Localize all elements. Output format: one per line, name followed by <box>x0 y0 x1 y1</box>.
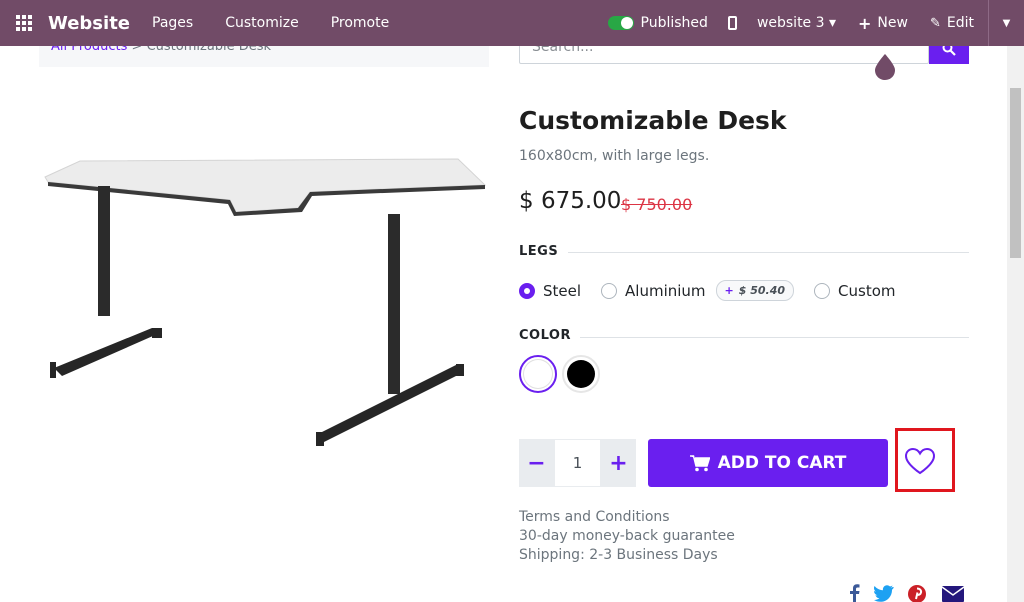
product-title: Customizable Desk <box>519 106 787 135</box>
mobile-preview-icon[interactable] <box>727 16 737 30</box>
product-description: 160x80cm, with large legs. <box>519 148 710 164</box>
edit-button-label: Edit <box>946 15 974 31</box>
quantity-decrease-button[interactable]: − <box>519 439 554 487</box>
new-button[interactable]: + New <box>858 14 908 33</box>
guarantee-text: 30-day money-back guarantee <box>519 528 735 544</box>
product-old-price: $ 750.00 <box>621 195 693 214</box>
legs-options: Steel Aluminium + $ 50.40 Custom <box>519 280 916 301</box>
facebook-icon[interactable] <box>848 584 860 602</box>
edit-dropdown-toggle[interactable]: ▼ <box>988 0 1024 46</box>
new-button-label: New <box>877 15 908 31</box>
plus-icon: + <box>724 284 734 297</box>
color-divider <box>580 337 969 338</box>
menu-customize[interactable]: Customize <box>225 15 299 31</box>
color-swatch-white[interactable] <box>519 355 557 393</box>
published-toggle[interactable]: Published <box>607 15 708 31</box>
legs-option-label: Custom <box>838 281 896 300</box>
toggle-switch-icon <box>607 16 634 30</box>
wishlist-heart-icon[interactable] <box>904 447 936 475</box>
radio-icon[interactable] <box>601 282 618 299</box>
legs-divider <box>568 252 969 253</box>
website-selector-label: website 3 <box>756 15 825 31</box>
scrollbar-thumb[interactable] <box>1010 88 1021 258</box>
price-extra-value: $ 50.40 <box>738 284 786 297</box>
radio-checked-icon[interactable] <box>519 282 535 299</box>
legs-attribute-label: LEGS <box>519 244 559 259</box>
apps-menu-icon[interactable] <box>0 0 48 46</box>
color-swatch-black[interactable] <box>562 355 600 393</box>
terms-link[interactable]: Terms and Conditions <box>519 508 735 527</box>
shipping-text: Shipping: 2-3 Business Days <box>519 547 718 563</box>
product-info: Terms and Conditions 30-day money-back g… <box>519 508 735 565</box>
email-icon[interactable] <box>941 584 965 602</box>
menu-pages[interactable]: Pages <box>152 15 193 31</box>
legs-option-steel[interactable]: Steel <box>519 282 581 300</box>
plus-icon: + <box>858 13 872 33</box>
website-selector[interactable]: website 3 ▾ <box>757 15 836 31</box>
product-image <box>44 158 487 446</box>
drag-handle-icon[interactable] <box>875 54 895 80</box>
app-brand[interactable]: Website <box>48 13 130 34</box>
pinterest-icon[interactable] <box>907 584 927 602</box>
legs-option-aluminium[interactable]: Aluminium <box>601 282 706 300</box>
product-price: $ 675.00 <box>519 188 622 214</box>
website-editor-topbar: Website Pages Customize Promote Publishe… <box>0 0 1024 46</box>
edit-button[interactable]: ✎ Edit <box>930 15 974 31</box>
quantity-increase-button[interactable]: + <box>601 439 636 487</box>
legs-option-label: Aluminium <box>625 281 706 300</box>
caret-down-icon: ▼ <box>1002 17 1011 29</box>
menu-promote[interactable]: Promote <box>331 15 390 31</box>
radio-icon[interactable] <box>814 282 831 299</box>
color-attribute-label: COLOR <box>519 328 571 343</box>
price-extra-badge: + $ 50.40 <box>715 280 795 301</box>
pencil-icon: ✎ <box>929 15 941 31</box>
add-to-cart-button[interactable]: ADD TO CART <box>648 439 888 487</box>
twitter-icon[interactable] <box>874 584 894 602</box>
quantity-input[interactable]: 1 <box>554 439 601 487</box>
legs-option-custom[interactable]: Custom <box>814 281 896 300</box>
shopping-cart-icon <box>689 454 710 471</box>
add-to-cart-label: ADD TO CART <box>717 453 847 473</box>
published-label: Published <box>640 15 708 31</box>
legs-option-label: Steel <box>543 281 582 300</box>
